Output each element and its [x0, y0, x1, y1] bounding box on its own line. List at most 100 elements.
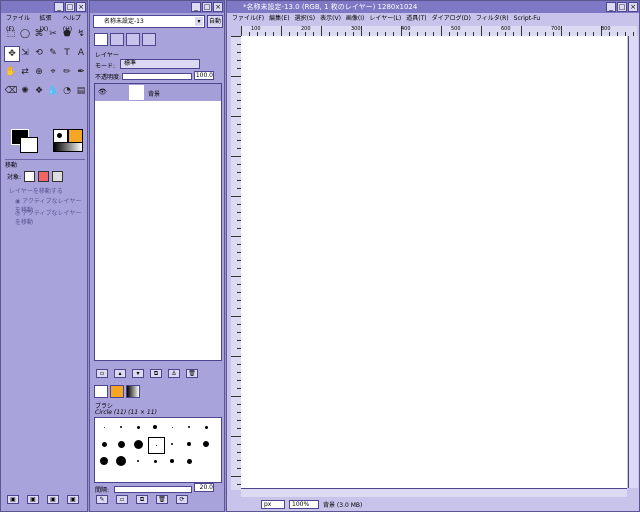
background-color-swatch[interactable] [20, 137, 38, 153]
brush-item[interactable] [97, 420, 112, 435]
move-option-radio-2[interactable]: ◎ アクティブなレイヤーを移動 [15, 208, 87, 226]
maximize-button[interactable]: □ [65, 2, 75, 12]
image-menu-item-6[interactable]: 道具(T) [406, 13, 426, 24]
opacity-field[interactable]: 100.0 [194, 71, 214, 80]
brush-item[interactable] [199, 437, 214, 452]
image-menu-item-4[interactable]: 画像(I) [346, 13, 364, 24]
image-menu-item-0[interactable]: ファイル(F) [232, 13, 264, 24]
close-button[interactable]: × [213, 2, 223, 12]
tool-icon-16[interactable]: ✏ [60, 65, 74, 79]
vertical-scrollbar[interactable] [628, 36, 638, 488]
tool-icon-20[interactable]: ❖ [32, 84, 46, 98]
tool-icon-21[interactable]: 💧 [46, 84, 60, 98]
lower-layer-button[interactable]: ▾ [132, 369, 144, 378]
save-options-button[interactable]: ▣ [7, 495, 19, 504]
tool-icon-3[interactable]: ✂ [46, 27, 60, 41]
tool-icon-1[interactable]: ◯ [18, 27, 32, 41]
move-path-icon[interactable] [52, 171, 64, 182]
image-menu-item-9[interactable]: Script-Fu [514, 13, 541, 24]
tool-icon-14[interactable]: ⊕ [32, 65, 46, 79]
duplicate-brush-button[interactable]: ⧉ [136, 495, 148, 504]
tab-paths[interactable] [126, 33, 140, 46]
minimize-button[interactable]: _ [54, 2, 64, 12]
mode-select[interactable]: 標準 [120, 59, 200, 69]
brush-item[interactable] [148, 420, 163, 435]
image-menu-item-7[interactable]: ダイアログ(D) [432, 13, 471, 24]
layer-name[interactable]: 背景 [148, 89, 160, 98]
brush-item[interactable] [165, 437, 180, 452]
tool-icon-5[interactable]: ↯ [74, 27, 88, 41]
tool-icon-7[interactable]: ⇲ [18, 46, 32, 60]
reset-options-button[interactable]: ▣ [67, 495, 79, 504]
tab-brushes[interactable] [94, 385, 108, 398]
canvas[interactable] [241, 36, 627, 488]
image-menu-item-8[interactable]: フィルタ(R) [476, 13, 509, 24]
delete-options-button[interactable]: ▣ [47, 495, 59, 504]
brush-preview-icon[interactable] [53, 129, 68, 143]
close-button[interactable]: × [76, 2, 86, 12]
brush-item[interactable] [97, 437, 112, 452]
brush-item[interactable] [131, 420, 146, 435]
maximize-button[interactable]: □ [202, 2, 212, 12]
anchor-layer-button[interactable]: ⚓ [168, 369, 180, 378]
menu-help[interactable]: ヘルプ(H) [63, 13, 87, 33]
tool-icon-10[interactable]: T [60, 46, 74, 60]
move-layer-icon[interactable] [24, 171, 36, 182]
image-menu-item-3[interactable]: 表示(V) [320, 13, 341, 24]
image-menu-item-5[interactable]: レイヤー(L) [369, 13, 401, 24]
brush-item[interactable] [131, 454, 146, 469]
tool-icon-19[interactable]: ✺ [18, 84, 32, 98]
menu-xtns[interactable]: 拡張(X) [39, 13, 57, 33]
opacity-slider[interactable] [122, 73, 192, 80]
brush-item[interactable] [148, 437, 165, 454]
tab-channels[interactable] [110, 33, 124, 46]
pattern-preview-icon[interactable] [68, 129, 83, 143]
tool-icon-9[interactable]: ✎ [46, 46, 60, 60]
brush-item[interactable] [131, 437, 146, 452]
tab-layers[interactable] [94, 33, 108, 46]
zoom-select[interactable]: 100% [289, 500, 319, 509]
brush-item[interactable] [114, 437, 129, 452]
image-menu-item-2[interactable]: 選択(S) [295, 13, 316, 24]
move-selection-icon[interactable] [38, 171, 50, 182]
brush-item[interactable] [182, 454, 197, 469]
raise-layer-button[interactable]: ▴ [114, 369, 126, 378]
brush-item[interactable] [182, 437, 197, 452]
spacing-slider[interactable] [114, 486, 192, 493]
minimize-button[interactable]: _ [606, 2, 616, 12]
layer-row[interactable]: 👁 背景 [95, 84, 221, 101]
delete-layer-button[interactable]: 🗑 [186, 369, 198, 378]
tool-icon-18[interactable]: ⌫ [4, 84, 18, 98]
tool-icon-22[interactable]: ◔ [60, 84, 74, 98]
close-button[interactable]: × [628, 2, 638, 12]
tool-icon-8[interactable]: ⟲ [32, 46, 46, 60]
tool-icon-11[interactable]: A [74, 46, 88, 60]
unit-select[interactable]: px [261, 500, 285, 509]
gradient-preview-icon[interactable] [53, 142, 83, 152]
tool-icon-13[interactable]: ⇄ [18, 65, 32, 79]
brush-item[interactable] [182, 420, 197, 435]
tool-icon-4[interactable]: ⬟ [60, 27, 74, 41]
maximize-button[interactable]: □ [617, 2, 627, 12]
edit-brush-button[interactable]: ✎ [96, 495, 108, 504]
tool-icon-0[interactable]: ⬚ [4, 27, 18, 41]
restore-options-button[interactable]: ▣ [27, 495, 39, 504]
brush-item[interactable] [114, 454, 129, 469]
new-brush-button[interactable]: ▫ [116, 495, 128, 504]
brush-item[interactable] [97, 454, 112, 469]
delete-brush-button[interactable]: 🗑 [156, 495, 168, 504]
brush-item[interactable] [165, 420, 180, 435]
auto-button[interactable]: 自動 [207, 15, 223, 28]
brush-item[interactable] [199, 420, 214, 435]
duplicate-layer-button[interactable]: ⧉ [150, 369, 162, 378]
tab-gradients[interactable] [126, 385, 140, 398]
tab-undo[interactable] [142, 33, 156, 46]
image-select-dropdown[interactable]: 名称未設定-13 ▾ [93, 15, 205, 28]
refresh-brush-button[interactable]: ⟳ [176, 495, 188, 504]
tool-icon-17[interactable]: ✒ [74, 65, 88, 79]
tab-patterns[interactable] [110, 385, 124, 398]
tool-icon-23[interactable]: ▤ [74, 84, 88, 98]
eye-icon[interactable]: 👁 [98, 88, 107, 96]
tool-icon-15[interactable]: ⌖ [46, 65, 60, 79]
brush-item[interactable] [114, 420, 129, 435]
